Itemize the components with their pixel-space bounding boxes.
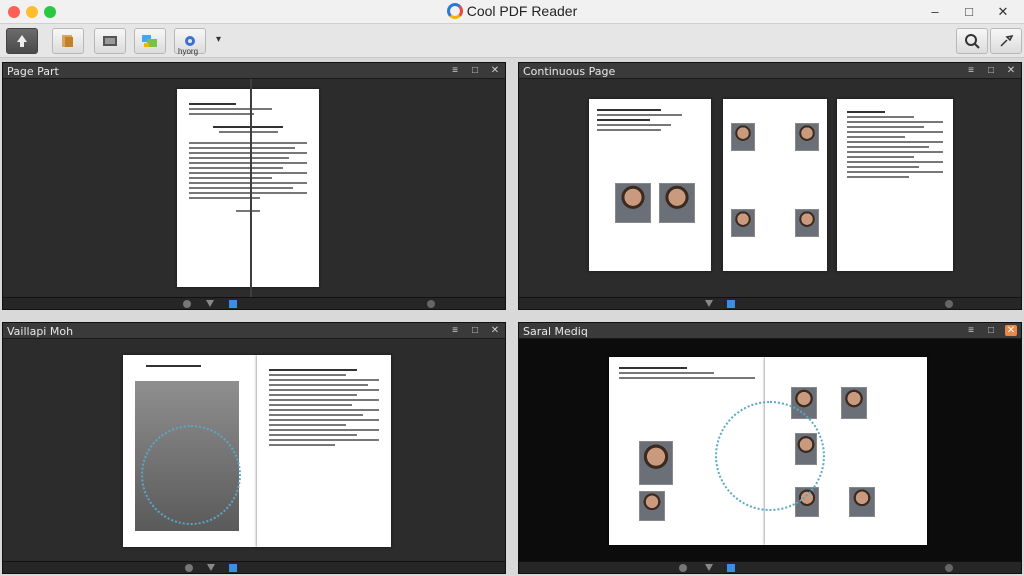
portrait-photo bbox=[731, 209, 755, 237]
panel-menu-icon[interactable]: ≡ bbox=[449, 325, 461, 336]
circular-diagram bbox=[141, 425, 241, 525]
panel-menu-icon[interactable]: ≡ bbox=[449, 65, 461, 76]
down-arrow-icon[interactable] bbox=[207, 564, 215, 571]
hand-tool-icon[interactable] bbox=[185, 564, 193, 572]
panel-close-icon[interactable]: ✕ bbox=[1005, 325, 1017, 336]
title-bar: Cool PDF Reader – □ ✕ bbox=[0, 0, 1024, 24]
panel-footer bbox=[3, 561, 505, 573]
tools-button[interactable] bbox=[990, 28, 1022, 54]
portrait-photo bbox=[795, 123, 819, 151]
portrait-photo bbox=[615, 183, 651, 223]
close-button[interactable]: ✕ bbox=[988, 2, 1018, 22]
toolbar-dropdown-arrow[interactable]: ▾ bbox=[216, 34, 221, 45]
panel-footer bbox=[3, 297, 505, 309]
portrait-photo bbox=[639, 491, 665, 521]
maximize-button[interactable]: □ bbox=[954, 2, 984, 22]
document-page-right[interactable] bbox=[257, 355, 391, 547]
window-title-text: Cool PDF Reader bbox=[466, 3, 578, 19]
document-page-right[interactable] bbox=[837, 99, 953, 271]
panel-footer bbox=[519, 297, 1021, 309]
search-button[interactable] bbox=[956, 28, 988, 54]
panel-page-part: Page Part ≡ □ ✕ bbox=[2, 62, 506, 310]
portrait-photo bbox=[639, 441, 673, 485]
panel-title: Vaillapi Moh bbox=[7, 325, 74, 338]
toolbar: hyorg ▾ bbox=[0, 24, 1024, 58]
circular-diagram bbox=[715, 401, 825, 511]
panel-saral-mediq: Saral Mediq ≡ □ ✕ bbox=[518, 322, 1022, 574]
down-arrow-icon[interactable] bbox=[705, 564, 713, 571]
panel-vaillapi-moh: Vaillapi Moh ≡ □ ✕ bbox=[2, 322, 506, 574]
panel-menu-icon[interactable]: ≡ bbox=[965, 65, 977, 76]
panel-restore-icon[interactable]: □ bbox=[985, 325, 997, 336]
app-logo-icon bbox=[446, 3, 463, 19]
document-page-left[interactable] bbox=[123, 355, 257, 547]
document-page-middle[interactable] bbox=[723, 99, 827, 271]
portrait-photo bbox=[795, 209, 819, 237]
panel-footer bbox=[519, 561, 1021, 573]
image-icon bbox=[142, 35, 157, 47]
panel-close-icon[interactable]: ✕ bbox=[1005, 65, 1017, 76]
panel-close-icon[interactable]: ✕ bbox=[489, 325, 501, 336]
down-arrow-icon[interactable] bbox=[705, 300, 713, 307]
thumbnail-view-button[interactable] bbox=[94, 28, 126, 54]
panel-header: Continuous Page ≡ □ ✕ bbox=[519, 63, 1021, 79]
panel-restore-icon[interactable]: □ bbox=[469, 65, 481, 76]
panel-title: Saral Mediq bbox=[523, 325, 588, 338]
page-icon[interactable] bbox=[727, 300, 735, 308]
page-icon[interactable] bbox=[229, 564, 237, 572]
toolbar-button-label: hyorg bbox=[178, 47, 199, 56]
minimize-button[interactable]: – bbox=[920, 2, 950, 22]
portrait-photo bbox=[849, 487, 875, 517]
bookmarks-icon bbox=[62, 35, 73, 47]
hand-tool-icon[interactable] bbox=[183, 300, 191, 308]
panel-header: Saral Mediq ≡ □ ✕ bbox=[519, 323, 1021, 339]
tree-icon bbox=[17, 35, 27, 47]
panel-restore-icon[interactable]: □ bbox=[469, 325, 481, 336]
down-arrow-icon[interactable] bbox=[206, 300, 214, 307]
home-view-button[interactable] bbox=[6, 28, 38, 54]
panel-title: Page Part bbox=[7, 65, 59, 78]
page-icon[interactable] bbox=[229, 300, 237, 308]
zoom-slider-icon[interactable] bbox=[427, 300, 435, 308]
panel-restore-icon[interactable]: □ bbox=[985, 65, 997, 76]
window-title: Cool PDF Reader bbox=[0, 3, 1024, 19]
search-icon bbox=[965, 34, 980, 49]
gear-icon bbox=[185, 36, 195, 46]
panel-title: Continuous Page bbox=[523, 65, 616, 78]
panel-splitter[interactable] bbox=[250, 79, 252, 299]
bookmarks-button[interactable] bbox=[52, 28, 84, 54]
zoom-slider-icon[interactable] bbox=[945, 564, 953, 572]
tools-icon bbox=[1000, 34, 1014, 47]
portrait-photo bbox=[731, 123, 755, 151]
image-tool-button[interactable] bbox=[134, 28, 166, 54]
page-icon[interactable] bbox=[727, 564, 735, 572]
panel-close-icon[interactable]: ✕ bbox=[489, 65, 501, 76]
portrait-photo bbox=[659, 183, 695, 223]
zoom-slider-icon[interactable] bbox=[945, 300, 953, 308]
thumbnail-icon bbox=[103, 36, 117, 46]
panel-continuous-page: Continuous Page ≡ □ ✕ bbox=[518, 62, 1022, 310]
panel-menu-icon[interactable]: ≡ bbox=[965, 325, 977, 336]
document-page-left[interactable] bbox=[589, 99, 711, 271]
document-page[interactable] bbox=[177, 89, 319, 287]
panel-header: Vaillapi Moh ≡ □ ✕ bbox=[3, 323, 505, 339]
hand-tool-icon[interactable] bbox=[679, 564, 687, 572]
panel-header: Page Part ≡ □ ✕ bbox=[3, 63, 505, 79]
portrait-photo bbox=[841, 387, 867, 419]
